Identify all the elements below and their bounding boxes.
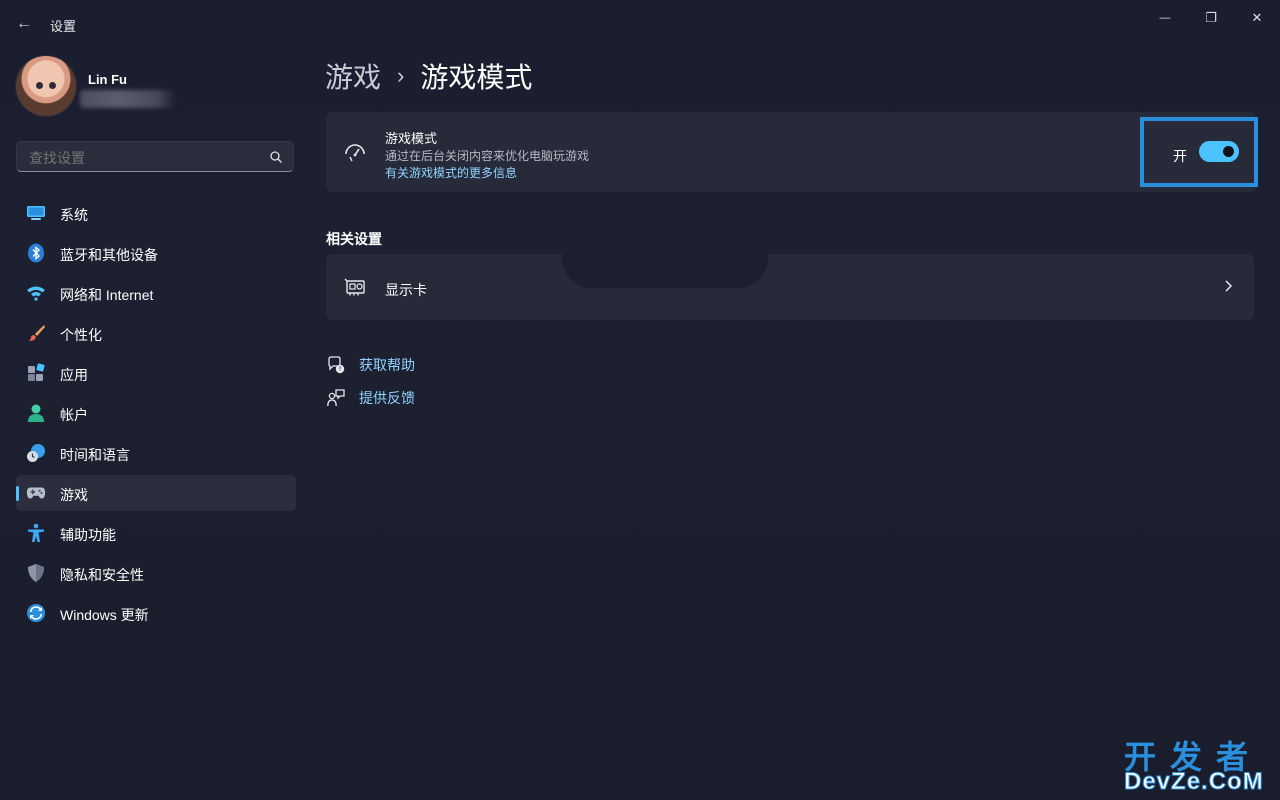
sidebar-item-accounts[interactable]: 帐户 [16, 395, 296, 431]
minimize-icon: — [1159, 12, 1171, 24]
back-button[interactable]: ← [12, 12, 36, 36]
close-button[interactable]: ✕ [1234, 6, 1280, 30]
toggle-knob [1223, 146, 1234, 157]
watermark-logo: 开发者 DevZe.CoM [1118, 732, 1274, 796]
sidebar-item-label: 隐私和安全性 [60, 567, 144, 583]
avatar-eye-right [49, 82, 56, 89]
avatar-eye-left [36, 82, 43, 89]
avatar[interactable] [16, 56, 76, 116]
sidebar-item-accessibility[interactable]: 辅助功能 [16, 515, 296, 551]
close-icon: ✕ [1251, 10, 1263, 25]
graphics-label: 显示卡 [385, 282, 427, 298]
apps-icon [26, 363, 46, 383]
account-icon [26, 403, 46, 423]
search-icon [270, 151, 282, 163]
gamepad-icon [26, 483, 46, 503]
sidebar-item-gaming[interactable]: 游戏 [16, 475, 296, 511]
profile-email-redacted [80, 90, 176, 108]
wifi-icon [26, 283, 46, 303]
monitor-icon [26, 203, 46, 223]
active-indicator [16, 486, 19, 501]
breadcrumb-parent[interactable]: 游戏 [325, 56, 381, 96]
sidebar-nav: 系统 蓝牙和其他设备 网络和 Internet 个性化 应用 帐户 时间和语言 … [16, 195, 296, 635]
game-mode-icon [345, 144, 365, 162]
sidebar-item-label: 系统 [60, 207, 88, 223]
back-arrow-icon: ← [16, 15, 32, 32]
graphics-settings-row[interactable]: 显示卡 [326, 254, 1254, 320]
sidebar-item-label: 帐户 [60, 407, 88, 423]
watermark-bottom-text: DevZe.CoM [1124, 768, 1264, 796]
feedback-link[interactable]: 提供反馈 [326, 388, 415, 408]
sidebar-item-time-language[interactable]: 时间和语言 [16, 435, 296, 471]
game-mode-more-info-link[interactable]: 有关游戏模式的更多信息 [385, 164, 517, 181]
sidebar-item-privacy[interactable]: 隐私和安全性 [16, 555, 296, 591]
breadcrumb: 游戏 › 游戏模式 [325, 56, 532, 96]
brush-icon [26, 323, 46, 343]
sidebar-item-label: 网络和 Internet [60, 287, 154, 303]
game-mode-card: 游戏模式 通过在后台关闭内容来优化电脑玩游戏 有关游戏模式的更多信息 开 [326, 112, 1258, 192]
sidebar-item-windows-update[interactable]: Windows 更新 [16, 595, 296, 631]
title-bar: ← 设置 — ❐ ✕ [0, 0, 1280, 46]
sidebar-item-label: 辅助功能 [60, 527, 116, 543]
search-input[interactable] [27, 149, 261, 167]
window-title: 设置 [50, 19, 77, 34]
sidebar-item-label: 个性化 [60, 327, 102, 343]
sidebar-item-system[interactable]: 系统 [16, 195, 296, 231]
accessibility-icon [26, 523, 46, 543]
profile-name: Lin Fu [88, 72, 127, 87]
chevron-right-icon [1225, 280, 1233, 292]
sidebar-item-label: 蓝牙和其他设备 [60, 247, 158, 263]
get-help-link[interactable]: ? 获取帮助 [326, 355, 415, 375]
bluetooth-icon [26, 243, 46, 263]
game-mode-toggle[interactable] [1199, 141, 1239, 162]
game-mode-description: 通过在后台关闭内容来优化电脑玩游戏 [385, 149, 590, 163]
graphics-card-icon [344, 278, 365, 296]
globe-clock-icon [26, 443, 46, 463]
get-help-label: 获取帮助 [359, 357, 415, 373]
game-mode-title: 游戏模式 [385, 131, 438, 146]
maximize-button[interactable]: ❐ [1188, 6, 1234, 30]
shield-icon [26, 563, 46, 583]
sidebar-item-bluetooth[interactable]: 蓝牙和其他设备 [16, 235, 296, 271]
search-box[interactable] [16, 141, 294, 172]
update-icon [26, 603, 46, 623]
sidebar-item-label: 应用 [60, 367, 88, 383]
sidebar-item-label: Windows 更新 [60, 607, 149, 623]
sidebar-item-label: 时间和语言 [60, 447, 130, 463]
sidebar-item-network[interactable]: 网络和 Internet [16, 275, 296, 311]
minimize-button[interactable]: — [1142, 6, 1188, 30]
toggle-state-label: 开 [1173, 148, 1187, 164]
sidebar-item-apps[interactable]: 应用 [16, 355, 296, 391]
feedback-icon [326, 388, 346, 408]
redaction-blob [562, 254, 768, 288]
chevron-right-icon: › [397, 63, 405, 88]
page-title: 游戏模式 [420, 62, 533, 93]
help-chat-icon: ? [326, 355, 346, 375]
sidebar-item-label: 游戏 [60, 487, 88, 503]
svg-text:?: ? [338, 366, 341, 373]
related-settings-heading: 相关设置 [326, 231, 382, 247]
feedback-label: 提供反馈 [359, 390, 415, 406]
restore-icon: ❐ [1205, 10, 1217, 25]
sidebar-item-personalization[interactable]: 个性化 [16, 315, 296, 351]
